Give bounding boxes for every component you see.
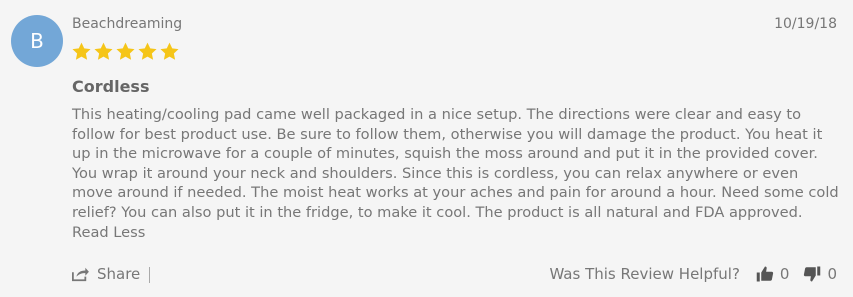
- avatar: B: [11, 15, 63, 67]
- share-button[interactable]: Share: [71, 265, 140, 283]
- avatar-letter: B: [30, 29, 44, 53]
- reviewer-name: Beachdreaming: [72, 16, 183, 32]
- upvote-button[interactable]: 0: [756, 265, 790, 283]
- review-body-text: This heating/cooling pad came well packa…: [72, 106, 839, 221]
- star-icon: [160, 42, 179, 60]
- review-body: This heating/cooling pad came well packa…: [72, 105, 842, 242]
- thumbs-up-icon: [756, 266, 774, 282]
- review-title: Cordless: [72, 77, 150, 96]
- share-label: Share: [97, 265, 141, 283]
- star-icon: [94, 42, 113, 60]
- review-card: B Beachdreaming 10/19/18 Cordless This h…: [0, 0, 853, 297]
- star-rating: [71, 41, 180, 62]
- share-icon: [72, 267, 89, 282]
- helpful-question: Was This Review Helpful?: [549, 265, 740, 283]
- helpful-section: Was This Review Helpful? 0 0: [549, 265, 837, 283]
- upvote-count: 0: [779, 265, 790, 283]
- downvote-button[interactable]: 0: [803, 265, 837, 283]
- star-icon: [138, 42, 157, 60]
- read-less-link[interactable]: Read Less: [72, 224, 145, 241]
- downvote-count: 0: [827, 265, 837, 283]
- star-icon: [72, 42, 91, 60]
- divider: [149, 267, 150, 283]
- review-date: 10/19/18: [774, 16, 837, 32]
- star-icon: [116, 42, 135, 60]
- thumbs-down-icon: [804, 266, 821, 282]
